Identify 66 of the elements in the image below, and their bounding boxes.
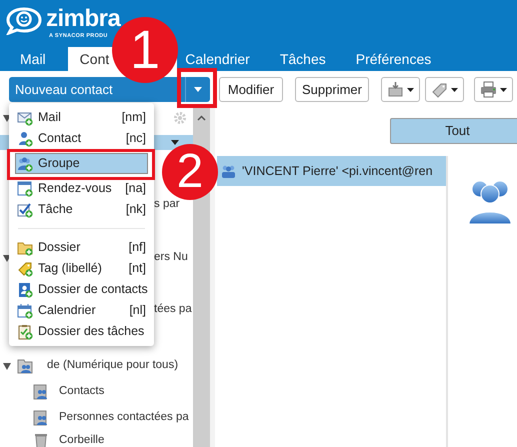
address-book-icon: [33, 410, 49, 426]
toolbar-button[interactable]: Supprimer: [295, 77, 369, 102]
move-button[interactable]: [381, 77, 420, 102]
people-icon: [221, 164, 236, 178]
shortcut-label: [nk]: [126, 201, 146, 218]
tab[interactable]: Cont: [68, 47, 110, 71]
calendar-icon: [17, 180, 33, 196]
shortcut-label: [nt]: [128, 260, 146, 278]
menu-item[interactable]: Dossier [nf]: [15, 237, 148, 258]
step-number-badge: 2: [162, 144, 218, 200]
contact-name: 'VINCENT Pierre' <pi.vincent@ren: [242, 162, 433, 180]
caret-icon: [500, 88, 507, 92]
people-icon: [17, 156, 33, 172]
tag-icon: [17, 260, 33, 276]
caret-icon: [451, 88, 458, 92]
shortcut-label: [nl]: [129, 302, 146, 320]
scroll-up-icon: [197, 115, 206, 121]
print-button[interactable]: [474, 77, 513, 102]
tab[interactable]: Mail: [12, 47, 54, 71]
shortcut-label: [nm]: [122, 109, 146, 126]
tab[interactable]: Calendrier: [177, 47, 258, 71]
tree-item[interactable]: ers Nu: [154, 249, 188, 267]
tag-icon: [431, 81, 448, 98]
menu-item[interactable]: Mail [nm]: [15, 107, 148, 128]
menu-item[interactable]: Tag (libellé) [nt]: [15, 258, 148, 279]
caret-icon: [194, 87, 202, 92]
printer-icon: [480, 81, 497, 98]
menu-item[interactable]: Groupe: [15, 153, 148, 174]
calendar-icon: [17, 302, 33, 318]
menu-item[interactable]: Calendrier [nl]: [15, 300, 148, 321]
contact-row[interactable]: 'VINCENT Pierre' <pi.vincent@ren: [217, 156, 446, 186]
expand-arrow-icon[interactable]: [3, 362, 11, 370]
shortcut-label: [nf]: [128, 239, 146, 256]
tree-item[interactable]: tées pa: [154, 301, 192, 319]
envelope-icon: [17, 110, 33, 126]
toolbar-button[interactable]: Modifier: [219, 77, 283, 102]
new-contact-button[interactable]: Nouveau contact: [9, 77, 185, 102]
menu-item[interactable]: Dossier de contacts: [15, 279, 148, 300]
tag-button[interactable]: [425, 77, 464, 102]
menu-item[interactable]: Contact [nc]: [15, 128, 148, 149]
tree-item[interactable]: Personnes contactées pa: [59, 409, 189, 427]
checkbox-icon: [17, 202, 33, 218]
menu-item[interactable]: Rendez-vous [na]: [15, 178, 148, 199]
folder-icon: [17, 240, 33, 256]
dropdown-button[interactable]: [185, 77, 210, 102]
tab[interactable]: Tâches: [272, 47, 334, 71]
highlight-frame: [177, 68, 217, 108]
smiley-logo-icon: [5, 7, 43, 35]
person-icon: [17, 130, 33, 146]
address-book-icon: [33, 384, 49, 400]
trash-icon: [33, 433, 49, 447]
menu-item[interactable]: Dossier des tâches: [15, 321, 148, 342]
tree-item[interactable]: Contacts: [59, 383, 104, 401]
box-icon: [387, 81, 404, 98]
shortcut-label: [na]: [125, 180, 146, 198]
caret-icon: [407, 88, 414, 92]
menu-item[interactable]: Tâche [nk]: [15, 199, 148, 220]
tab[interactable]: Préférences: [348, 47, 440, 71]
filter-button[interactable]: Tout: [390, 118, 517, 144]
address-book-icon: [17, 282, 33, 298]
shortcut-label: [nc]: [126, 130, 146, 148]
scroll-up-button[interactable]: [193, 106, 210, 146]
folder-people-icon: [17, 358, 33, 374]
tree-item[interactable]: de (Numérique pour tous): [47, 357, 178, 375]
tree-item[interactable]: Corbeille: [59, 432, 104, 447]
clipboard-icon: [17, 324, 33, 340]
